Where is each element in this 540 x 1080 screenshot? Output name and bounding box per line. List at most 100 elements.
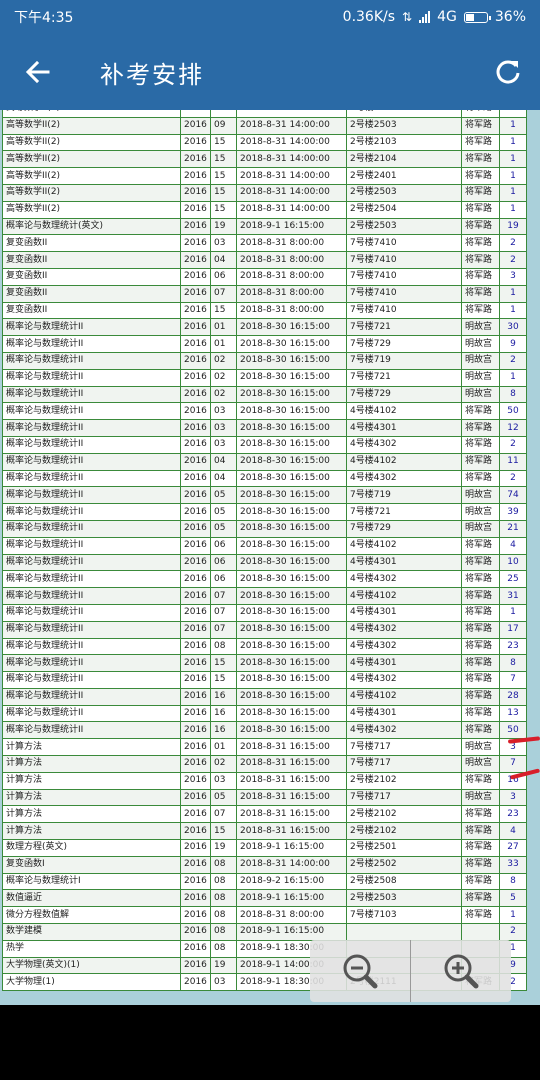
cell-exam-time: 2018-8-31 16:15:00 (236, 805, 347, 824)
table-row: 计算方法 2016 05 2018-8-31 16:15:00 7号楼717 明故宫 3 (2, 788, 527, 807)
exam-table-container: 高等数学II(2)2016092018-8-31 14:00:002号楼2501… (2, 110, 527, 992)
zoom-out-button[interactable] (310, 940, 410, 1002)
table-row: 概率论与数理统计II 2016 03 2018-8-30 16:15:00 4号楼410… (2, 402, 527, 421)
cell-class-no: 08 (210, 939, 237, 958)
cell-campus: 将军路 (461, 217, 500, 236)
cell-campus: 明故宫 (461, 318, 500, 337)
cell-exam-time: 2018-8-30 16:15:00 (236, 351, 347, 370)
cell-grade: 2016 (180, 536, 211, 555)
table-row: 概率论与数理统计II 2016 07 2018-8-30 16:15:00 4号楼430… (2, 620, 527, 639)
cell-course-name: 概率论与数理统计II (2, 553, 181, 572)
cell-campus: 明故宫 (461, 738, 500, 757)
table-row: 概率论与数理统计II 2016 15 2018-8-30 16:15:00 4号楼430… (2, 654, 527, 673)
app-bar: 补考安排 (0, 34, 540, 110)
cell-grade: 2016 (180, 486, 211, 505)
cell-count: 1 (499, 301, 527, 320)
cell-class-no: 01 (210, 318, 237, 337)
cell-course-name: 概率论与数理统计II (2, 351, 181, 370)
cell-course-name: 概率论与数理统计II (2, 519, 181, 538)
cell-course-name: 计算方法 (2, 822, 181, 841)
cell-class-no: 07 (210, 284, 237, 303)
cell-class-no: 01 (210, 738, 237, 757)
zoom-in-button[interactable] (410, 940, 511, 1002)
cell-course-name: 复变函数II (2, 301, 181, 320)
cell-room: 4号楼4102 (346, 687, 462, 706)
cell-campus: 将军路 (461, 721, 500, 740)
zoom-in-icon (444, 954, 479, 989)
cell-count: 12 (499, 419, 527, 437)
cell-course-name: 概率论与数理统计II (2, 603, 181, 622)
table-row: 高等数学II(2) 2016 15 2018-8-31 14:00:00 2号楼2503… (2, 183, 527, 202)
cell-room (346, 923, 462, 941)
cell-exam-time: 2018-8-31 8:00:00 (236, 906, 347, 925)
cell-exam-time: 2018-8-30 16:15:00 (236, 654, 347, 673)
back-button[interactable] (22, 56, 54, 88)
cell-grade: 2016 (180, 335, 211, 353)
cell-exam-time: 2018-8-31 8:00:00 (236, 267, 347, 286)
cell-class-no: 07 (210, 620, 237, 639)
cell-course-name: 概率论与数理统计II (2, 486, 181, 505)
cell-count: 31 (499, 587, 527, 605)
cell-course-name: 概率论与数理统计II (2, 368, 181, 387)
cell-class-no: 05 (210, 503, 237, 521)
cell-room: 4号楼4302 (346, 637, 462, 656)
cell-count: 74 (499, 486, 527, 505)
cell-exam-time: 2018-8-31 14:00:00 (236, 133, 347, 152)
content-area[interactable]: 高等数学II(2)2016092018-8-31 14:00:002号楼2501… (0, 110, 540, 1005)
cell-class-no: 06 (210, 570, 237, 589)
cell-class-no: 16 (210, 721, 237, 740)
cell-class-no: 03 (210, 973, 237, 992)
cell-count: 23 (499, 637, 527, 656)
cell-class-no: 08 (210, 872, 237, 891)
cell-exam-time: 2018-8-30 16:15:00 (236, 637, 347, 656)
cell-exam-time: 2018-8-30 16:15:00 (236, 620, 347, 639)
cell-grade: 2016 (180, 217, 211, 236)
cell-room: 4号楼4102 (346, 587, 462, 605)
battery-level (465, 13, 474, 21)
cell-exam-time: 2018-9-1 16:15:00 (236, 889, 347, 908)
cell-campus: 将军路 (461, 200, 500, 219)
cell-room: 7号楼7103 (346, 906, 462, 925)
cell-exam-time: 2018-9-1 16:15:00 (236, 839, 347, 857)
cell-class-no: 16 (210, 704, 237, 723)
cell-class-no: 05 (210, 486, 237, 505)
cell-count: 30 (499, 318, 527, 337)
cell-course-name: 热学 (2, 939, 181, 958)
page-title: 补考安排 (100, 61, 204, 89)
cell-grade: 2016 (180, 721, 211, 740)
table-row: 概率论与数理统计II 2016 15 2018-8-30 16:15:00 4号楼430… (2, 671, 527, 689)
cell-count: 1 (499, 167, 527, 185)
cell-count: 2 (499, 251, 527, 269)
cell-exam-time: 2018-8-30 16:15:00 (236, 687, 347, 706)
cell-exam-time: 2018-8-30 16:15:00 (236, 519, 347, 538)
cell-class-no: 06 (210, 553, 237, 572)
cell-count: 13 (499, 704, 527, 723)
cell-class-no: 19 (210, 956, 237, 975)
cell-campus: 将军路 (461, 587, 500, 605)
cell-grade: 2016 (180, 906, 211, 925)
cell-grade: 2016 (180, 855, 211, 874)
cell-course-name: 概率论与数理统计II (2, 469, 181, 488)
cell-grade: 2016 (180, 318, 211, 337)
cell-class-no: 15 (210, 183, 237, 202)
cell-exam-time: 2018-9-2 16:15:00 (236, 872, 347, 891)
cell-room: 2号楼2503 (346, 116, 462, 135)
status-indicators: 0.36K/s ⇅ 4G 36% (343, 9, 526, 25)
cell-course-name: 大学物理(英文)(1) (2, 956, 181, 975)
cell-room: 7号楼7410 (346, 234, 462, 253)
cell-count: 1 (499, 116, 527, 135)
cell-count: 2 (499, 351, 527, 370)
cell-count: 8 (499, 654, 527, 673)
cell-campus: 将军路 (461, 435, 500, 454)
cell-course-name: 复变函数II (2, 284, 181, 303)
table-row: 计算方法 2016 03 2018-8-31 16:15:00 2号楼2102 将军路 16 (2, 771, 527, 790)
cell-room: 7号楼7410 (346, 284, 462, 303)
cell-grade: 2016 (180, 923, 211, 941)
cell-course-name: 数学建模 (2, 923, 181, 941)
cell-exam-time: 2018-8-31 8:00:00 (236, 301, 347, 320)
cell-class-no: 08 (210, 923, 237, 941)
cell-room: 2号楼2401 (346, 167, 462, 185)
refresh-button[interactable] (492, 56, 524, 88)
cell-class-no: 02 (210, 755, 237, 773)
cell-count: 1 (499, 906, 527, 925)
